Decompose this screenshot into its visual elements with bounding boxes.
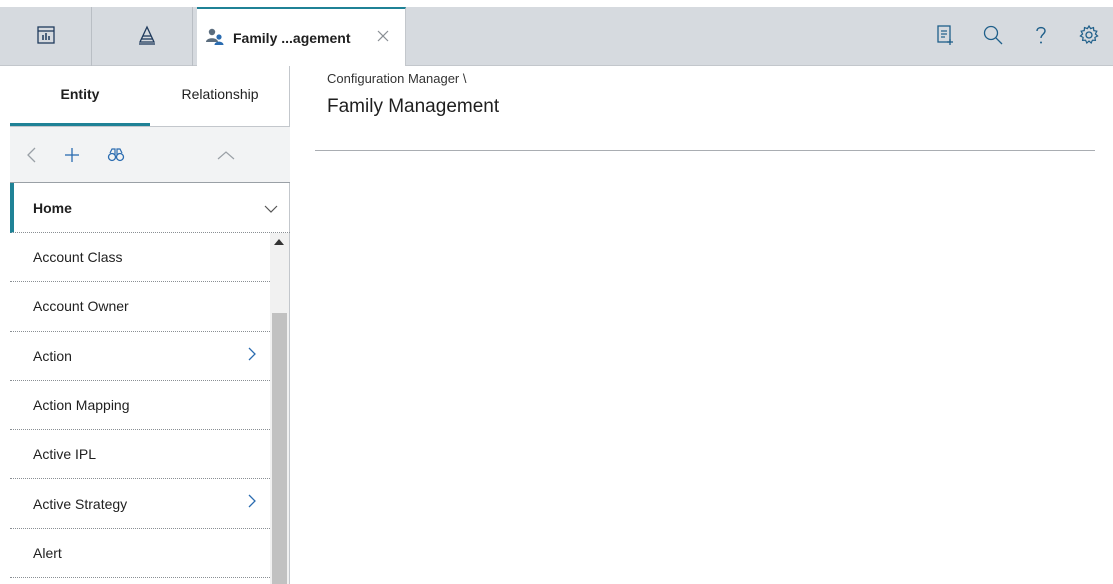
family-users-icon bbox=[205, 27, 225, 49]
help-button[interactable] bbox=[1017, 7, 1065, 66]
help-icon bbox=[1030, 24, 1052, 50]
report-button[interactable] bbox=[921, 7, 969, 66]
list-item[interactable]: Account Owner bbox=[10, 282, 270, 332]
breadcrumb[interactable]: Configuration Manager \ bbox=[327, 71, 466, 86]
entity-list: Account Class Account Owner Action Actio… bbox=[10, 233, 270, 584]
scroll-up-arrow-icon[interactable] bbox=[274, 239, 284, 245]
list-item-label: Active Strategy bbox=[33, 495, 128, 512]
chevron-right-icon[interactable] bbox=[246, 346, 258, 362]
collapse-up-icon[interactable] bbox=[216, 145, 236, 165]
pyramid-icon bbox=[137, 24, 157, 49]
entity-panel: Entity Relationship Home Account Class A… bbox=[10, 66, 290, 584]
list-item-label: Action Mapping bbox=[33, 397, 130, 414]
close-icon[interactable] bbox=[375, 28, 391, 44]
back-icon[interactable] bbox=[22, 145, 42, 165]
list-item[interactable]: Active IPL bbox=[10, 430, 270, 480]
panel-tabs: Entity Relationship bbox=[10, 66, 290, 127]
settings-icon bbox=[1078, 24, 1100, 50]
binoculars-icon[interactable] bbox=[106, 145, 126, 165]
settings-button[interactable] bbox=[1065, 7, 1113, 66]
list-item-label: Action bbox=[33, 347, 72, 364]
scrollbar[interactable] bbox=[270, 233, 289, 584]
page-title: Family Management bbox=[327, 96, 500, 117]
report-icon bbox=[934, 24, 956, 50]
list-item-label: Account Class bbox=[33, 249, 123, 266]
tab-label: Family ...agement bbox=[233, 29, 351, 46]
chevron-down-icon[interactable] bbox=[264, 202, 278, 216]
tab-entity[interactable]: Entity bbox=[10, 66, 150, 127]
home-label: Home bbox=[33, 199, 72, 216]
list-item[interactable]: Active Strategy bbox=[10, 479, 270, 529]
toolbar-right bbox=[921, 7, 1113, 66]
pyramid-tab[interactable] bbox=[101, 7, 193, 66]
chevron-right-icon[interactable] bbox=[246, 493, 258, 509]
dashboard-icon bbox=[36, 25, 56, 49]
dashboard-tab[interactable] bbox=[0, 7, 92, 66]
search-icon bbox=[982, 24, 1004, 50]
top-bar: Family ...agement bbox=[0, 7, 1113, 66]
tab-family-management[interactable]: Family ...agement bbox=[197, 7, 406, 66]
panel-toolbar bbox=[10, 127, 290, 183]
list-item-label: Account Owner bbox=[33, 298, 129, 315]
list-item[interactable]: Action bbox=[10, 332, 270, 381]
list-item[interactable]: Alert bbox=[10, 529, 270, 579]
list-item[interactable]: Action Mapping bbox=[10, 381, 270, 431]
list-item[interactable]: Account Class bbox=[10, 233, 270, 283]
tab-relationship[interactable]: Relationship bbox=[150, 66, 290, 127]
list-item-label: Active IPL bbox=[33, 446, 97, 463]
scroll-thumb[interactable] bbox=[272, 313, 287, 584]
divider bbox=[315, 150, 1095, 151]
search-button[interactable] bbox=[969, 7, 1017, 66]
list-item-label: Alert bbox=[33, 544, 62, 561]
add-icon[interactable] bbox=[62, 145, 82, 165]
home-row[interactable]: Home bbox=[10, 183, 290, 233]
